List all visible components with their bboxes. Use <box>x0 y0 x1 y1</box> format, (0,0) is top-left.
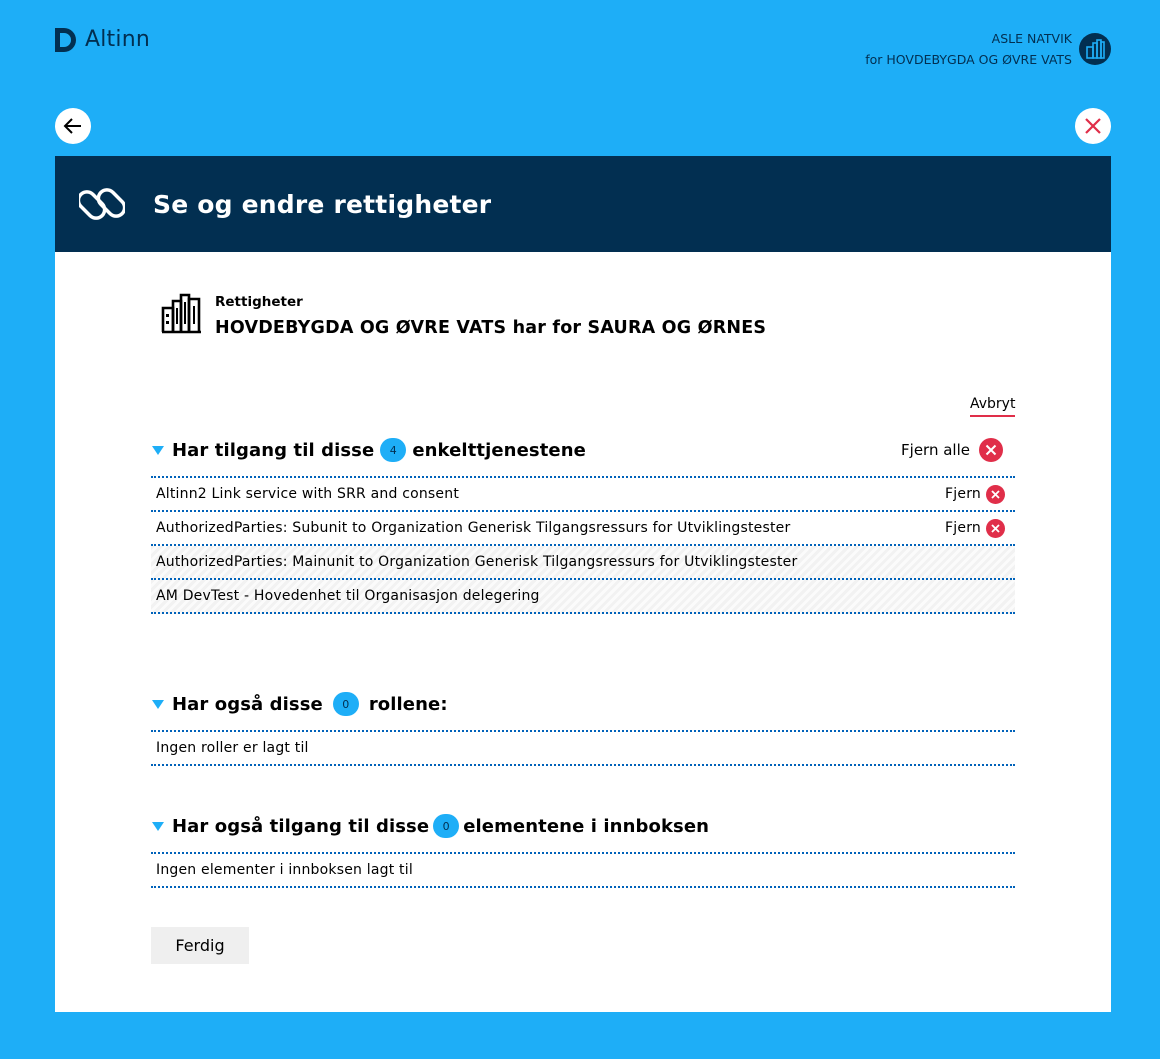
roles-heading-pre: Har også disse <box>172 693 323 715</box>
user-info[interactable]: ASLE NATVIK for HOVDEBYGDA OG ØVRE VATS <box>865 28 1072 70</box>
remove-label: Fjern <box>945 520 981 536</box>
services-heading[interactable]: Har tilgang til disse 4 enkelttjenestene <box>151 438 586 462</box>
inbox-heading-post: elementene i innboksen <box>463 815 710 837</box>
reporter-info: Rettigheter HOVDEBYGDA OG ØVRE VATS har … <box>161 292 766 338</box>
logo-text: Altinn <box>85 27 150 52</box>
roles-list: Ingen roller er lagt til <box>151 730 1015 766</box>
panel-header: Se og endre rettigheter <box>55 156 1111 252</box>
inbox-list: Ingen elementer i innboksen lagt til <box>151 852 1015 888</box>
roles-heading-post: rollene: <box>368 693 448 715</box>
inbox-empty-text: Ingen elementer i innboksen lagt til <box>156 862 413 878</box>
list-item: AuthorizedParties: Mainunit to Organizat… <box>151 546 1015 580</box>
services-count-badge: 4 <box>380 438 407 462</box>
roles-count-badge: 0 <box>332 692 359 716</box>
link-icon <box>79 188 125 220</box>
list-item: Ingen elementer i innboksen lagt til <box>151 854 1015 888</box>
user-name: ASLE NATVIK <box>991 31 1072 46</box>
inbox-count-badge: 0 <box>433 814 460 838</box>
services-list: Altinn2 Link service with SRR and consen… <box>151 476 1015 614</box>
remove-service-button[interactable]: Fjern <box>945 518 1005 538</box>
inbox-heading-pre: Har også tilgang til disse <box>172 815 430 837</box>
back-button[interactable] <box>55 108 91 144</box>
list-item: AM DevTest - Hovedenhet til Organisasjon… <box>151 580 1015 614</box>
building-icon <box>161 293 201 334</box>
user-org: for HOVDEBYGDA OG ØVRE VATS <box>865 52 1072 67</box>
top-bar: Altinn ASLE NATVIK for HOVDEBYGDA OG ØVR… <box>0 0 1160 90</box>
service-name: AM DevTest - Hovedenhet til Organisasjon… <box>156 588 540 604</box>
list-item: Altinn2 Link service with SRR and consen… <box>151 478 1015 512</box>
remove-label: Fjern <box>945 486 981 502</box>
arrow-left-icon <box>63 118 81 134</box>
expand-triangle-icon <box>152 445 164 455</box>
building-icon <box>1086 39 1105 59</box>
inbox-heading[interactable]: Har også tilgang til disse 0 elementene … <box>151 814 709 838</box>
remove-circle-icon <box>986 518 1005 538</box>
services-heading-pre: Har tilgang til disse <box>172 439 375 461</box>
expand-triangle-icon <box>152 699 164 709</box>
reporter-name: HOVDEBYGDA OG ØVRE VATS har for SAURA OG… <box>215 318 767 338</box>
services-heading-post: enkelttjenestene <box>412 439 586 461</box>
roles-heading[interactable]: Har også disse 0 rollene: <box>151 692 448 716</box>
remove-all-button[interactable]: Fjern alle <box>901 438 1003 462</box>
altinn-logo[interactable]: Altinn <box>55 27 150 52</box>
roles-empty-text: Ingen roller er lagt til <box>156 740 309 756</box>
expand-triangle-icon <box>152 821 164 831</box>
remove-all-label: Fjern alle <box>901 441 970 459</box>
close-button[interactable] <box>1075 108 1111 144</box>
service-name: Altinn2 Link service with SRR and consen… <box>156 486 460 502</box>
list-item: Ingen roller er lagt til <box>151 732 1015 766</box>
rights-panel: Se og endre rettigheter Rettigheter HOVD… <box>55 156 1111 1012</box>
cancel-link[interactable]: Avbryt <box>970 396 1016 417</box>
altinn-logo-icon <box>55 27 76 52</box>
close-icon <box>1085 118 1101 134</box>
done-button[interactable]: Ferdig <box>151 927 249 964</box>
remove-circle-icon <box>979 438 1003 462</box>
list-item: AuthorizedParties: Subunit to Organizati… <box>151 512 1015 546</box>
remove-circle-icon <box>986 484 1005 504</box>
service-name: AuthorizedParties: Mainunit to Organizat… <box>156 554 798 570</box>
organization-avatar[interactable] <box>1079 33 1111 65</box>
service-name: AuthorizedParties: Subunit to Organizati… <box>156 520 791 536</box>
panel-title: Se og endre rettigheter <box>153 189 492 219</box>
remove-service-button[interactable]: Fjern <box>945 484 1005 504</box>
reporter-label: Rettigheter <box>215 294 303 310</box>
